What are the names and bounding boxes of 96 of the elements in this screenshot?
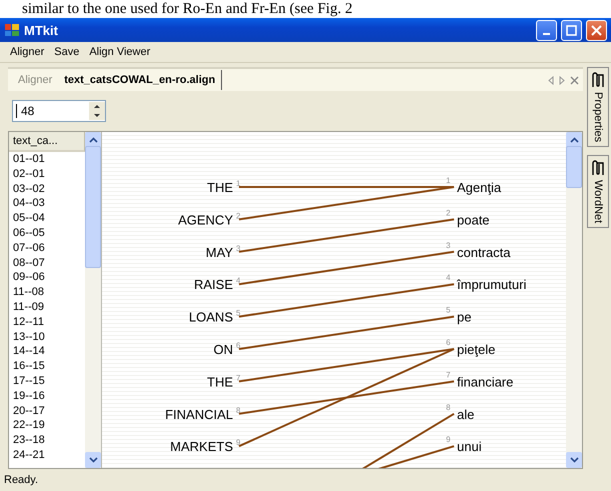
maximize-button[interactable] [561,20,582,40]
list-item[interactable]: 05--04 [9,211,85,226]
list-item[interactable]: 04--03 [9,196,85,212]
document-tab[interactable]: text_catsCOWAL_en-ro.align [58,70,222,90]
word-index: 8 [446,402,450,412]
source-word: FINANCIAL [165,406,233,422]
source-word: MARKETS [170,439,233,454]
target-word: contracta [457,244,510,260]
source-word: RAISE [194,277,233,292]
list-item[interactable]: 23--18 [9,433,85,448]
list-item[interactable]: 13--10 [9,330,85,344]
alignment-link[interactable] [238,250,454,286]
list-item[interactable]: 22--19 [9,418,85,434]
list-item[interactable]: 20--17 [9,404,85,418]
alignment-link[interactable] [238,316,454,350]
source-word: THE [207,180,233,195]
word-index: 2 [446,208,450,218]
document-text: similar to the one used for Ro-En and Fr-En (see Fig. 2 [21,0,354,18]
scroll-right-icon[interactable] [559,76,565,84]
paperclip-icon [590,160,606,176]
target-word: pe [457,310,472,325]
scroll-down-icon [88,457,98,463]
menu-item[interactable]: Align Viewer [89,46,150,58]
list-item[interactable]: 11--08 [9,285,85,300]
word-index: 6 [236,341,240,350]
vertical-scrollbar[interactable] [566,132,582,468]
scroll-thumb[interactable] [85,146,101,268]
scroll-up-icon [88,137,98,143]
word-index: 1 [446,176,450,185]
minimize-button[interactable] [536,20,557,40]
target-word: împrumuturi [457,277,526,292]
list-item[interactable]: 09--06 [9,270,85,286]
word-index: 2 [236,211,240,220]
app-icon [4,22,20,38]
number-spinner[interactable]: 48 [12,100,106,122]
source-word: THE [207,374,233,390]
side-panel-tab[interactable]: WordNet [587,155,609,228]
window-title: MTkit [24,22,59,38]
target-word: financiare [457,374,514,390]
side-panel-tab[interactable]: Properties [587,67,609,148]
list-item[interactable]: 06--05 [9,226,85,241]
column-header[interactable]: text_ca... [9,132,85,152]
target-word: unui [457,439,482,454]
list-item[interactable]: 14--14 [9,344,85,360]
alignment-link[interactable] [238,380,454,415]
source-word: LOANS [188,310,233,325]
list-item[interactable]: 19--16 [9,388,85,404]
word-index: 6 [446,338,450,347]
word-index: 3 [236,244,240,253]
status-text: Ready. [3,473,40,488]
alignment-link[interactable] [238,218,454,253]
word-index: 5 [236,308,240,318]
list-item[interactable]: 08--07 [9,256,85,270]
list-item[interactable]: 07--06 [9,240,85,256]
list-item[interactable]: 03--02 [9,182,85,196]
paperclip-icon [590,72,606,88]
vertical-scrollbar[interactable] [85,132,101,468]
target-word: poate [457,212,490,228]
source-word: AGENCY [178,212,233,228]
word-index: 9 [236,438,240,448]
word-index: 3 [446,240,450,250]
list-item[interactable]: 24--21 [9,448,85,463]
scroll-thumb[interactable] [566,146,582,188]
word-index: 8 [236,406,240,415]
word-index: 7 [236,373,240,382]
scroll-up-icon [570,137,578,143]
target-word: ale [457,406,474,422]
menu-item[interactable]: Save [54,46,80,58]
word-index: 9 [446,435,450,444]
word-index: 1 [236,179,240,188]
target-word: Agenţia [457,180,502,195]
close-icon[interactable] [570,76,579,84]
list-item[interactable]: 11--09 [9,300,85,315]
scroll-left-icon[interactable] [548,76,554,84]
list-item[interactable]: 16--15 [9,359,85,374]
minimize-icon [543,33,550,35]
word-index: 5 [446,306,450,315]
alignment-link[interactable] [238,348,454,448]
target-word: pieţele [457,342,496,357]
source-word: ON [214,342,233,357]
word-index: 7 [446,370,450,380]
alignment-link[interactable] [238,283,454,318]
source-word: MAY [206,244,233,260]
word-index: 4 [446,273,450,282]
scroll-down-icon [570,457,578,463]
list-item[interactable]: 17--15 [9,374,85,389]
maximize-icon [566,24,577,36]
word-index: 4 [236,276,240,286]
alignment-link[interactable] [238,186,454,220]
list-item[interactable]: 02--01 [9,166,85,182]
list-item[interactable]: 01--01 [9,152,85,167]
close-button[interactable] [586,20,607,40]
close-icon [591,24,602,36]
alignment-link[interactable] [238,348,454,382]
list-item[interactable]: 12--11 [9,314,85,330]
menu-item[interactable]: Aligner [10,46,44,58]
